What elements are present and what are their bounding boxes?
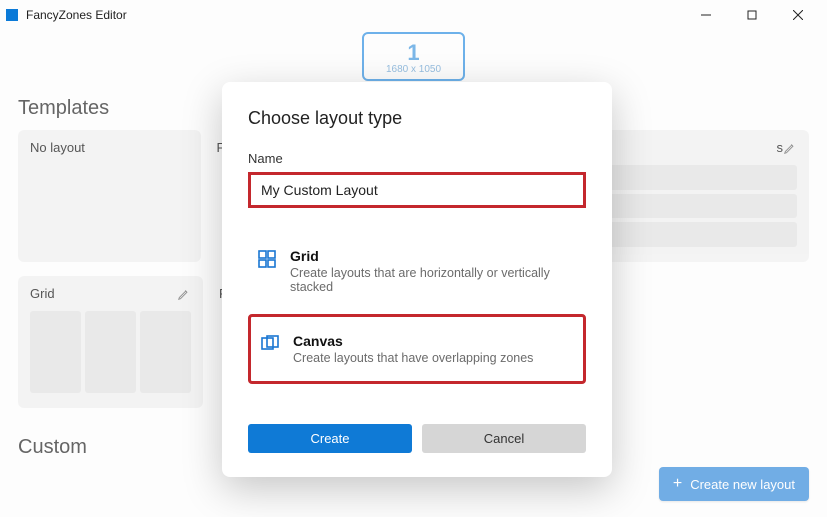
- titlebar: FancyZones Editor: [0, 0, 827, 30]
- create-button[interactable]: Create: [248, 424, 412, 453]
- dialog-overlay: Choose layout type Name Grid Create layo…: [0, 30, 827, 517]
- window-title: FancyZones Editor: [26, 8, 683, 22]
- maximize-button[interactable]: [729, 0, 775, 30]
- name-input-highlight: [248, 172, 586, 208]
- layout-option-grid[interactable]: Grid Create layouts that are horizontall…: [248, 234, 586, 308]
- dialog-buttons: Create Cancel: [248, 424, 586, 453]
- option-desc: Create layouts that have overlapping zon…: [293, 351, 533, 365]
- app-icon: [6, 9, 18, 21]
- name-label: Name: [248, 151, 586, 166]
- dialog-title: Choose layout type: [248, 108, 586, 129]
- close-button[interactable]: [775, 0, 821, 30]
- canvas-icon: [261, 335, 279, 353]
- option-title: Canvas: [293, 333, 533, 349]
- grid-icon: [258, 250, 276, 268]
- minimize-button[interactable]: [683, 0, 729, 30]
- option-desc: Create layouts that are horizontally or …: [290, 266, 576, 294]
- layout-option-canvas[interactable]: Canvas Create layouts that have overlapp…: [248, 314, 586, 384]
- cancel-button[interactable]: Cancel: [422, 424, 586, 453]
- window-controls: [683, 0, 821, 30]
- choose-layout-dialog: Choose layout type Name Grid Create layo…: [222, 82, 612, 477]
- layout-name-input[interactable]: [251, 175, 583, 205]
- option-title: Grid: [290, 248, 576, 264]
